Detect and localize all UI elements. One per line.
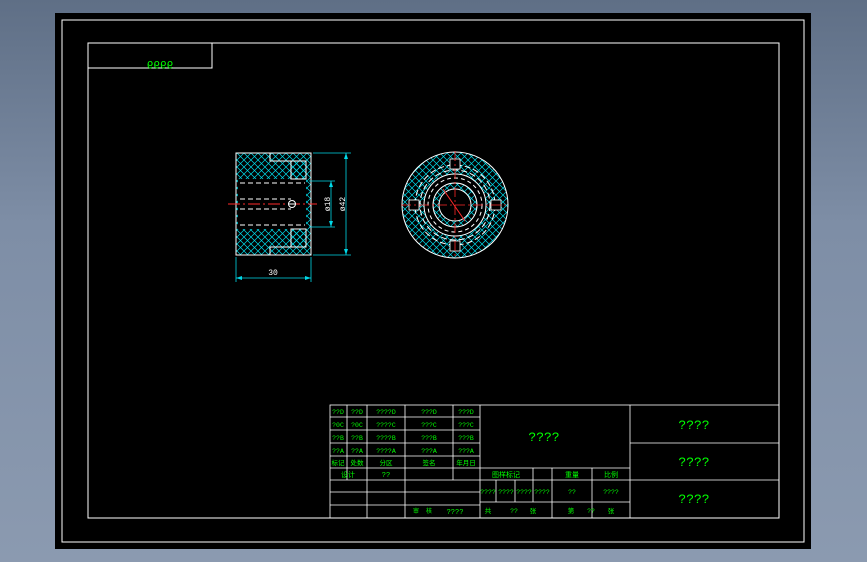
rev-cell: ????D [376,409,396,416]
approval-label-2: 核 [426,507,432,515]
sheet-cell: 第 [568,506,575,515]
rev-cell: ??D [351,409,363,416]
rev-cell: ???A [421,448,437,455]
rev-cell: ???C [458,422,474,429]
rev-cell: ??B [332,435,344,442]
sheet-cell: 共 [485,506,492,515]
stage-header-1: 图样标记 [492,470,520,480]
title-block [329,404,780,519]
rev-cell: ????B [376,435,396,442]
rev-cell: ???B [421,435,437,442]
stage-cell: ???? [498,489,514,496]
right-cell-2: ???? [678,455,709,470]
approval-value: ???? [447,509,464,517]
stage-cell: ???? [534,489,550,496]
rev-cell: ?0C [351,422,363,429]
revision-table: ??D ??D ????D ???D ???D ?0C ?0C ????C ???C ???C??… [332,409,476,467]
dim-outer-dia: ø42 [339,197,348,212]
sheet-row: 共?? 张 第?? 张 [485,506,615,515]
right-cell-1: ???? [678,418,709,433]
rev-cell: ???D [421,409,437,416]
side-section-view [228,152,351,282]
rev-cell: ??D [332,409,344,416]
sheet-cell: 张 [530,506,537,515]
sheet-cell: ?? [510,508,518,515]
right-cell-3: ???? [678,492,709,507]
stage-header-3: 比例 [604,470,618,480]
dim-inner-dia: ø18 [324,197,333,212]
stage-header-2: 重量 [565,471,579,480]
rev-cell: ??B [351,435,363,442]
rev-cell: 处数 [351,458,365,467]
rev-cell: 分区 [380,458,394,467]
rev-cell: ????A [376,448,396,455]
stage-cell: ?? [568,489,576,496]
design-value: ?? [382,472,390,480]
design-label: 设计 [341,470,355,480]
rev-cell: 标记 [332,458,346,467]
rev-cell: ??A [332,448,344,455]
rev-cell: ???D [458,409,474,416]
rev-cell: ???A [458,448,474,455]
dim-length: 30 [268,269,278,278]
stage-cell: ???? [516,489,532,496]
rev-cell: ???B [458,435,474,442]
rev-cell: 签名 [423,458,436,467]
stage-cell: ???? [480,489,496,496]
stage-row: ?????????????????????? [480,489,619,496]
rev-cell: ???C [421,422,437,429]
rev-cell: ?0C [332,422,344,429]
approval-label-1: 审 [413,507,419,515]
cad-drawing: 6666 30 ø18 ø42 ??D ??D ????D ???D ???D?… [61,19,805,543]
inner-border [87,42,780,519]
cad-viewport[interactable]: 6666 30 ø18 ø42 ??D ??D ????D ???D ???D … [55,13,811,549]
stage-cell: ???? [603,489,619,496]
drawing-name: ???? [528,430,559,445]
sheet-cell: ?? [587,508,595,515]
stamp-label: 6666 [147,57,173,69]
sheet-cell: 张 [608,506,615,515]
rev-cell: 年月日 [456,458,476,467]
end-view [401,151,509,259]
rev-cell: ??A [351,448,363,455]
rev-cell: ????C [376,422,396,429]
